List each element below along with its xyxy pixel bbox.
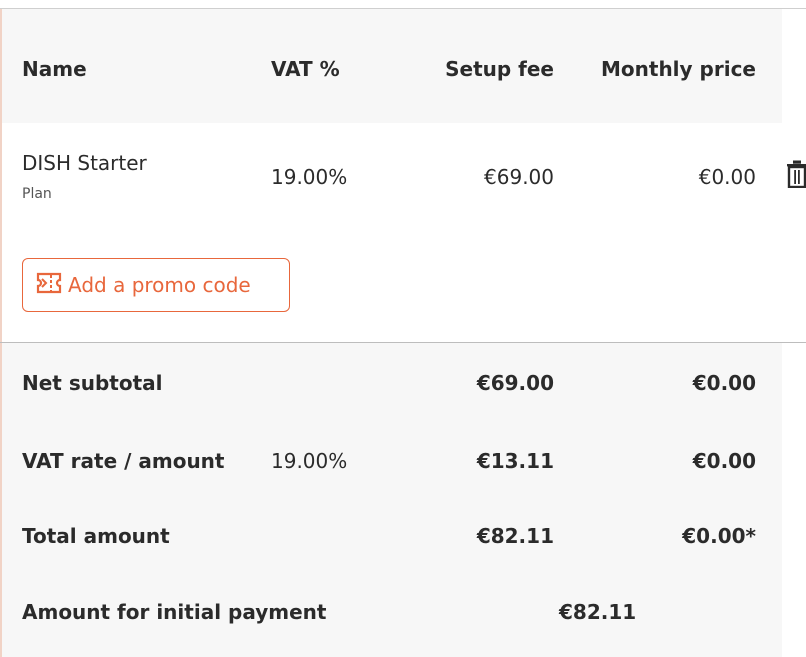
column-header-vat: VAT % bbox=[271, 57, 340, 81]
vat-setup-fee: €13.11 bbox=[476, 449, 554, 473]
trash-icon[interactable] bbox=[786, 160, 806, 189]
vat-amount-label: VAT rate / amount bbox=[22, 449, 225, 473]
item-name: DISH Starter bbox=[22, 151, 147, 175]
ticket-icon bbox=[36, 272, 68, 299]
net-subtotal-monthly-price: €0.00 bbox=[692, 371, 756, 395]
add-promo-code-label: Add a promo code bbox=[68, 273, 251, 297]
item-monthly-price: €0.00 bbox=[698, 165, 756, 189]
item-type: Plan bbox=[22, 186, 52, 202]
vat-monthly-price: €0.00 bbox=[692, 449, 756, 473]
column-header-name: Name bbox=[22, 57, 87, 81]
total-monthly-price: €0.00* bbox=[682, 524, 756, 548]
net-subtotal-setup-fee: €69.00 bbox=[476, 371, 554, 395]
net-subtotal-label: Net subtotal bbox=[22, 371, 163, 395]
item-setup-fee: €69.00 bbox=[484, 165, 554, 189]
order-summary: Name VAT % Setup fee Monthly price DISH … bbox=[0, 0, 806, 657]
item-vat: 19.00% bbox=[271, 165, 348, 189]
initial-payment-amount: €82.11 bbox=[559, 600, 637, 624]
vat-rate: 19.00% bbox=[271, 449, 348, 473]
total-amount-label: Total amount bbox=[22, 524, 170, 548]
initial-payment-label: Amount for initial payment bbox=[22, 600, 327, 624]
total-setup-fee: €82.11 bbox=[476, 524, 554, 548]
column-header-setup-fee: Setup fee bbox=[445, 57, 554, 81]
column-header-monthly-price: Monthly price bbox=[601, 57, 756, 81]
add-promo-code-button[interactable]: Add a promo code bbox=[22, 258, 290, 312]
